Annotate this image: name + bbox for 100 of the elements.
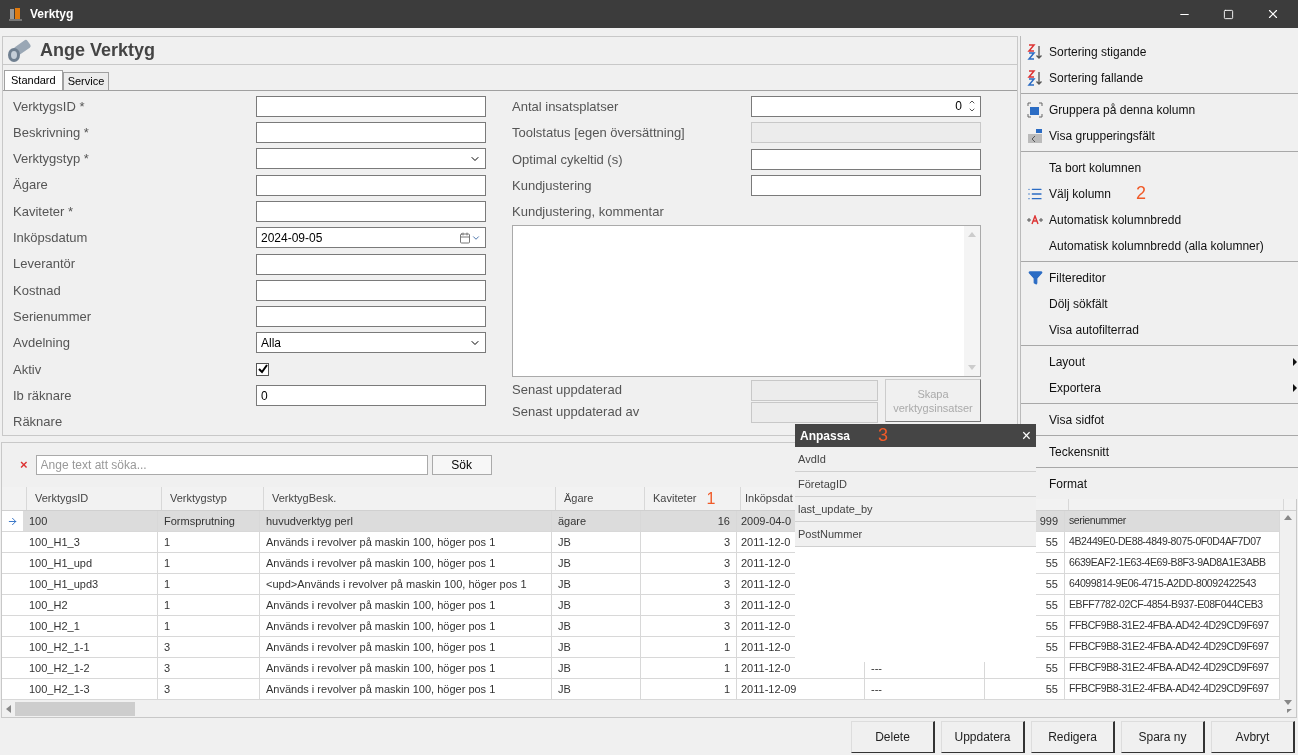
table-cell-text: 55 bbox=[1045, 555, 1058, 571]
field-label: Kundjustering bbox=[512, 177, 593, 196]
table-cell-text: JB bbox=[558, 576, 571, 592]
column-header[interactable]: Kaviteter bbox=[653, 490, 697, 507]
table-cell-text: 100_H2_1-3 bbox=[29, 681, 90, 697]
column-chooser-item[interactable]: last_update_by bbox=[795, 497, 1036, 522]
close-icon[interactable] bbox=[1266, 7, 1280, 21]
search-button[interactable]: Sök bbox=[431, 455, 492, 475]
menu-item[interactable]: Exportera bbox=[1021, 374, 1298, 401]
table-cell-text: 2011-12-0 bbox=[741, 597, 791, 613]
text-field[interactable] bbox=[256, 95, 486, 117]
grid-row[interactable]: 100_H2_1-3 3 Används i revolver på maskin 100, höger pos 1 JB 1 2011-12-09 --- 55 FFBCF9B8-31E2-4FBA-AD42-4D29CD9F697 bbox=[2, 679, 1280, 700]
action-button[interactable]: Uppdatera bbox=[941, 720, 1025, 753]
table-cell-text: 1 bbox=[164, 555, 171, 571]
number-field[interactable]: 0 bbox=[751, 95, 981, 117]
action-button[interactable]: Avbryt bbox=[1211, 720, 1295, 753]
menu-item[interactable]: Visa grupperingsfält bbox=[1021, 122, 1298, 149]
action-button[interactable]: Delete bbox=[851, 720, 935, 753]
table-cell-text: Används i revolver på maskin 100, höger pos 1 bbox=[266, 639, 496, 655]
table-cell-text: 2011-12-09 bbox=[741, 681, 797, 697]
text-field[interactable]: 0 bbox=[256, 385, 486, 407]
column-header[interactable]: Ägare bbox=[564, 490, 594, 507]
table-cell-text: JB bbox=[558, 555, 571, 571]
search-field[interactable]: Ange text att söka... bbox=[35, 455, 428, 475]
field-label: Kaviteter * bbox=[13, 202, 74, 221]
column-header[interactable]: Verktygstyp bbox=[170, 490, 227, 507]
text-field[interactable] bbox=[256, 200, 486, 222]
table-cell-text: --- bbox=[871, 681, 882, 697]
field-label: Kundjustering, kommentar bbox=[512, 203, 665, 222]
table-cell: 6639EAF2-1E63-4E69-B8F3-9AD8A1E3ABB bbox=[1069, 555, 1266, 571]
table-cell: FFBCF9B8-31E2-4FBA-AD42-4D29CD9F697 bbox=[1069, 660, 1269, 676]
dropdown-field[interactable]: Alla bbox=[256, 332, 486, 354]
date-field[interactable]: 2024-09-05 bbox=[256, 227, 486, 249]
table-cell-text: 100_H1_upd3 bbox=[29, 576, 99, 592]
field-label: Senast uppdaterad av bbox=[512, 403, 641, 422]
sort-ascending-icon bbox=[1027, 43, 1043, 60]
table-cell-text: JB bbox=[558, 639, 571, 655]
menu-item[interactable]: Gruppera på denna kolumn bbox=[1021, 96, 1298, 123]
grid-row[interactable]: 100_H2_1-2 3 Används i revolver på maskin 100, höger pos 1 JB 1 2011-12-0 --- 55 FFBCF9B8-31E2-4FBA-AD42-4D29CD9F697 bbox=[2, 658, 1280, 679]
text-field[interactable] bbox=[256, 122, 486, 144]
horizontal-scrollbar[interactable] bbox=[2, 700, 1296, 717]
table-cell-text: 1 bbox=[164, 534, 171, 550]
menu-item[interactable]: Visa sidfot bbox=[1021, 406, 1298, 433]
column-header[interactable]: VerktygsID bbox=[35, 490, 89, 507]
table-cell-text: Används i revolver på maskin 100, höger pos 1 bbox=[266, 534, 496, 550]
bolt-icon bbox=[6, 38, 32, 63]
table-cell-text: 999 bbox=[1039, 513, 1058, 529]
field-label: Antal insatsplatser bbox=[512, 97, 620, 116]
tab[interactable]: Standard bbox=[4, 70, 63, 91]
table-cell-text: 100_H1_3 bbox=[29, 534, 80, 550]
clear-search-button[interactable]: × bbox=[20, 455, 28, 475]
maximize-icon[interactable] bbox=[1223, 8, 1234, 20]
action-button[interactable]: Spara ny bbox=[1121, 720, 1205, 753]
table-cell-text: 1 bbox=[723, 681, 730, 697]
menu-item[interactable]: Visa autofilterrad bbox=[1021, 316, 1298, 343]
tab[interactable]: Service bbox=[62, 72, 110, 91]
table-cell-text: 100_H2_1-1 bbox=[29, 639, 90, 655]
column-chooser-item[interactable]: FöretagID bbox=[795, 472, 1036, 497]
scrollbar[interactable] bbox=[964, 226, 980, 377]
table-cell-text: 1 bbox=[164, 597, 171, 613]
checkbox[interactable] bbox=[256, 362, 269, 376]
menu-item[interactable]: Automatisk kolumnbredd (alla kolumner) bbox=[1021, 232, 1298, 259]
menu-item[interactable]: Välj kolumn 2 bbox=[1021, 180, 1298, 207]
table-cell-text: 55 bbox=[1045, 639, 1058, 655]
form-title: Ange Verktyg bbox=[40, 39, 156, 62]
text-field[interactable] bbox=[256, 306, 486, 328]
menu-item[interactable]: Sortering fallande bbox=[1021, 64, 1298, 91]
menu-item[interactable]: Dölj sökfält bbox=[1021, 290, 1298, 317]
menu-item[interactable]: Automatisk kolumnbredd bbox=[1021, 206, 1298, 233]
column-header[interactable]: Inköpsdat bbox=[745, 490, 793, 507]
table-cell-text: 2011-12-0 bbox=[741, 555, 791, 571]
menu-item[interactable]: Sortering stigande bbox=[1021, 38, 1298, 65]
field-label: Senast uppdaterad bbox=[512, 381, 623, 400]
table-cell: 4B2449E0-DE88-4849-8075-0F0D4AF7D07 bbox=[1069, 534, 1262, 550]
text-field[interactable] bbox=[256, 253, 486, 275]
dropdown-field[interactable] bbox=[256, 148, 486, 170]
check-icon bbox=[257, 364, 268, 375]
action-button[interactable]: Redigera bbox=[1031, 720, 1115, 753]
annotation-number: 3 bbox=[878, 424, 889, 447]
vertical-scrollbar[interactable] bbox=[1280, 511, 1296, 709]
table-cell-text: 55 bbox=[1045, 576, 1058, 592]
field-label: Optimal cykeltid (s) bbox=[512, 150, 624, 169]
annotation-number: 1 bbox=[706, 488, 716, 509]
table-cell-text: 100_H2_1-2 bbox=[29, 660, 90, 676]
table-cell-text: JB bbox=[558, 597, 571, 613]
column-header[interactable]: VerktygBesk. bbox=[272, 490, 337, 507]
text-field[interactable] bbox=[256, 174, 486, 196]
table-cell-text: Används i revolver på maskin 100, höger pos 1 bbox=[266, 618, 496, 634]
column-chooser-item[interactable]: AvdId bbox=[795, 447, 1036, 472]
menu-item[interactable]: Layout bbox=[1021, 348, 1298, 375]
table-cell-text: 1 bbox=[723, 639, 730, 655]
column-chooser-item[interactable]: PostNummer bbox=[795, 522, 1036, 547]
text-field[interactable] bbox=[256, 279, 486, 301]
current-row-icon bbox=[7, 515, 18, 527]
table-cell-text: JB bbox=[558, 534, 571, 550]
submenu-arrow-icon bbox=[1293, 357, 1297, 366]
text-field[interactable] bbox=[751, 148, 981, 170]
menu-item[interactable]: Filtereditor bbox=[1021, 264, 1298, 291]
menu-item[interactable]: Ta bort kolumnen bbox=[1021, 154, 1298, 181]
text-field[interactable] bbox=[751, 175, 981, 197]
